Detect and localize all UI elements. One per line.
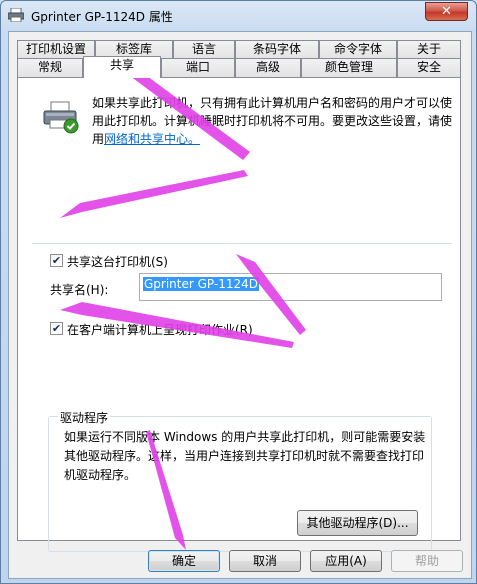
tab-color-management[interactable]: 颜色管理 (301, 58, 397, 77)
tab-security[interactable]: 安全 (397, 58, 461, 77)
tab-about[interactable]: 关于 (397, 40, 461, 59)
cancel-button[interactable]: 取消 (229, 550, 301, 572)
title-bar[interactable]: Gprinter GP-1124D 属性 ✕ (1, 1, 476, 31)
share-name-input[interactable]: Gprinter GP-1124D (139, 273, 442, 301)
render-jobs-label[interactable]: 在客户端计算机上呈现打印作业(R) (67, 321, 253, 338)
tab-sharing[interactable]: 共享 (83, 56, 161, 78)
additional-drivers-button[interactable]: 其他驱动程序(D)... (297, 510, 418, 536)
share-name-value: Gprinter GP-1124D (143, 277, 260, 291)
render-jobs-checkbox[interactable]: ✔ (50, 322, 63, 335)
tab-barcode-font[interactable]: 条码字体 (235, 40, 319, 59)
share-printer-checkbox[interactable]: ✔ (50, 254, 63, 267)
share-printer-label[interactable]: 共享这台打印机(S) (67, 253, 168, 270)
network-sharing-center-link[interactable]: 网络和共享中心。 (104, 132, 200, 146)
ok-button[interactable]: 确定 (148, 550, 220, 572)
tab-ports[interactable]: 端口 (161, 58, 235, 77)
apply-button[interactable]: 应用(A) (310, 550, 382, 572)
share-name-label: 共享名(H): (50, 283, 109, 297)
close-button[interactable]: ✕ (425, 2, 468, 21)
sharing-info-text: 如果共享此打印机，只有拥有此计算机用户名和密码的用户才可以使用此打印机。计算机睡… (92, 94, 458, 148)
drivers-description: 如果运行不同版本 Windows 的用户共享此打印机，则可能需要安装其他驱动程序… (64, 430, 426, 482)
dialog-client: 打印机设置 标签库 语言 条码字体 命令字体 关于 常规 共享 端口 高级 颜色… (8, 31, 472, 579)
help-button[interactable]: 帮助 (391, 550, 463, 572)
tab-language[interactable]: 语言 (173, 40, 235, 59)
sharing-panel: 如果共享此打印机，只有拥有此计算机用户名和密码的用户才可以使用此打印机。计算机睡… (17, 77, 461, 552)
tab-general[interactable]: 常规 (17, 58, 83, 77)
printer-icon (8, 8, 24, 22)
window-title: Gprinter GP-1124D 属性 (31, 10, 173, 24)
divider (32, 243, 452, 244)
tab-advanced[interactable]: 高级 (235, 58, 301, 77)
drivers-group-title: 驱动程序 (58, 409, 111, 426)
window-frame: Gprinter GP-1124D 属性 ✕ 打印机设置 标签库 语言 条码字体… (0, 0, 477, 584)
tab-command-font[interactable]: 命令字体 (319, 40, 397, 59)
shared-printer-icon (43, 101, 79, 134)
